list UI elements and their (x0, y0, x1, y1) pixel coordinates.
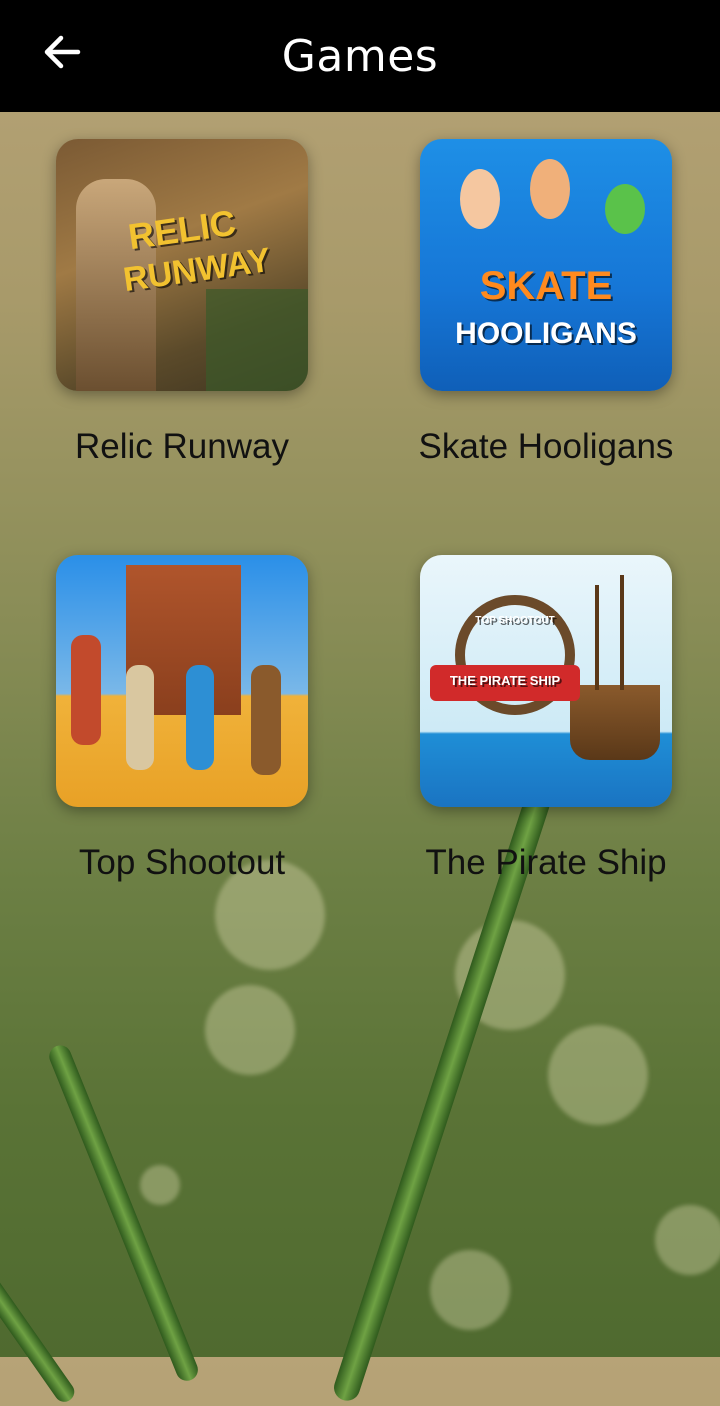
back-button[interactable] (36, 26, 88, 78)
game-card-relic-runway[interactable]: RELIC RUNWAY Relic Runway (0, 112, 364, 492)
game-thumbnail[interactable]: RELIC RUNWAY (56, 139, 308, 391)
game-title: Top Shootout (78, 843, 286, 882)
game-card-top-shootout[interactable]: Top Shootout (0, 528, 364, 908)
game-card-skate-hooligans[interactable]: SKATE HOOLIGANS Skate Hooligans (364, 112, 720, 492)
game-title: The Pirate Ship (425, 843, 667, 882)
game-card-the-pirate-ship[interactable]: THE PIRATE SHIP TOP SHOOTOUT The Pirate … (364, 528, 720, 908)
game-thumbnail[interactable]: THE PIRATE SHIP TOP SHOOTOUT (420, 555, 672, 807)
game-thumbnail[interactable] (56, 555, 308, 807)
page-title: Games (281, 30, 439, 82)
game-title: Skate Hooligans (418, 427, 674, 466)
arrow-left-icon (44, 35, 81, 69)
app-bar: Games (0, 0, 720, 112)
game-thumbnail[interactable]: SKATE HOOLIGANS (420, 139, 672, 391)
game-title: Relic Runway (75, 427, 289, 466)
